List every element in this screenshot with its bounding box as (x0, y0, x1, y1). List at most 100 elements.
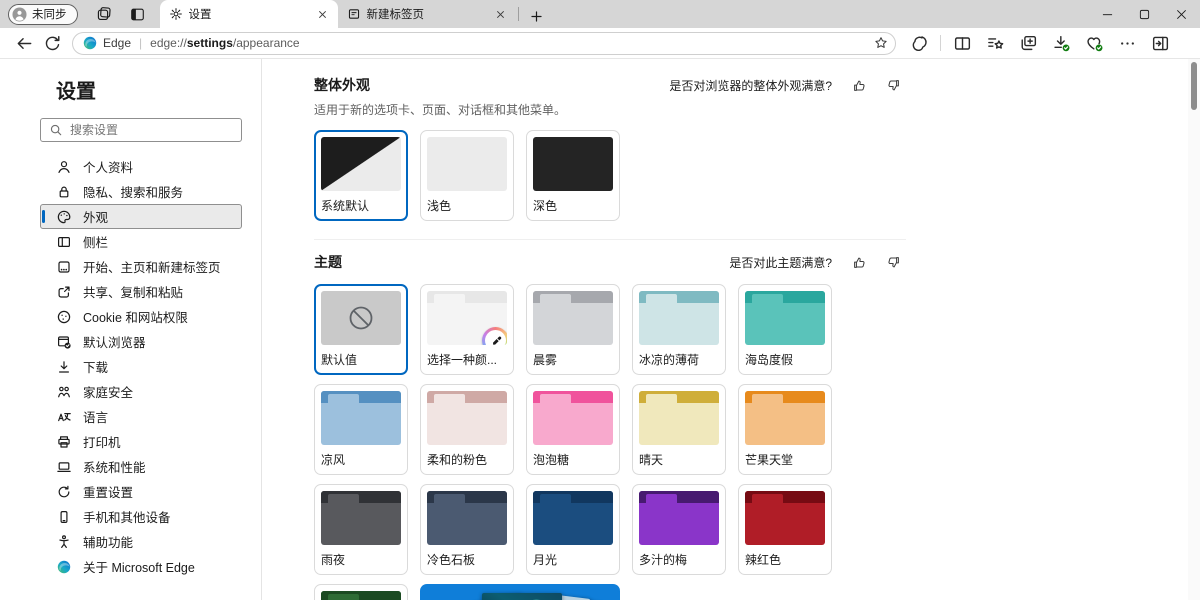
theme-card-cool-mint[interactable]: 冰凉的薄荷 (632, 284, 726, 375)
tab-settings[interactable]: 设置 (160, 0, 338, 28)
sidebar-item-system-performance[interactable]: 系统和性能 (40, 454, 242, 479)
theme-card-sunny-day[interactable]: 晴天 (632, 384, 726, 475)
theme-tab-shape (646, 494, 677, 503)
theme-preview-island-getaway (745, 291, 825, 345)
close-window-button[interactable] (1163, 0, 1200, 28)
back-button[interactable] (10, 30, 38, 56)
refresh-button[interactable] (38, 30, 66, 56)
thumbs-down-icon[interactable] (880, 252, 906, 272)
languages-icon (56, 409, 72, 425)
section-title-theme: 主题 (314, 252, 342, 272)
card-label: 凉风 (321, 451, 401, 468)
theme-gallery-card[interactable] (420, 584, 620, 600)
more-menu-icon[interactable] (1112, 30, 1142, 56)
downloads-icon[interactable] (1046, 30, 1076, 56)
theme-card-cool-slate[interactable]: 冷色石板 (420, 484, 514, 575)
split-screen-icon[interactable] (947, 30, 977, 56)
appearance-option-dark[interactable]: 深色 (526, 130, 620, 221)
sidebar-item-printers[interactable]: 打印机 (40, 429, 242, 454)
sidebar-item-privacy[interactable]: 隐私、搜索和服务 (40, 179, 242, 204)
tab-actions-icon[interactable] (124, 2, 152, 26)
share-copy-paste-icon (56, 284, 72, 300)
sidebar-item-profiles[interactable]: 个人资料 (40, 154, 242, 179)
theme-card-default[interactable]: 默认值 (314, 284, 408, 375)
theme-tab-shape (434, 294, 465, 303)
sidebar-item-about-edge[interactable]: 关于 Microsoft Edge (40, 554, 242, 579)
theme-card-mango-paradise[interactable]: 芒果天堂 (738, 384, 832, 475)
sidebar-item-label: 隐私、搜索和服务 (83, 182, 183, 201)
sidebar-item-family-safety[interactable]: 家庭安全 (40, 379, 242, 404)
appearance-options: 系统默认浅色 深色 (314, 130, 906, 221)
scrollbar[interactable] (1188, 59, 1200, 600)
toolbar-separator (940, 35, 941, 51)
scrollbar-thumb[interactable] (1191, 62, 1197, 110)
sidebar-item-label: 家庭安全 (83, 382, 133, 401)
theme-card-moonlight[interactable]: 月光 (526, 484, 620, 575)
favorite-star-icon[interactable] (873, 35, 889, 51)
sidebar-item-cookies-permissions[interactable]: Cookie 和网站权限 (40, 304, 242, 329)
thumbs-up-icon[interactable] (846, 252, 872, 272)
appearance-preview-dark (533, 137, 613, 191)
sidebar-item-appearance[interactable]: 外观 (40, 204, 242, 229)
theme-card-cool-breeze[interactable]: 凉风 (314, 384, 408, 475)
card-label: 浅色 (427, 197, 507, 214)
sidebar-item-sidebar[interactable]: 侧栏 (40, 229, 242, 254)
appearance-option-system-default[interactable]: 系统默认 (314, 130, 408, 221)
sidebar-item-phone-devices[interactable]: 手机和其他设备 (40, 504, 242, 529)
search-icon (49, 123, 63, 137)
sidebar-item-share-copy-paste[interactable]: 共享、复制和粘贴 (40, 279, 242, 304)
theme-card-rainy-night[interactable]: 雨夜 (314, 484, 408, 575)
theme-preview-bubblegum (533, 391, 613, 445)
tab-new-tab[interactable]: 新建标签页 (338, 0, 516, 28)
maximize-button[interactable] (1126, 0, 1163, 28)
sidebar-item-reset-settings[interactable]: 重置设置 (40, 479, 242, 504)
address-bar[interactable]: Edge | edge://settings/appearance (72, 32, 896, 55)
close-tab-icon[interactable] (492, 5, 510, 23)
search-box[interactable] (40, 118, 242, 142)
no-symbol-icon (346, 303, 376, 333)
theme-card-spicy-red[interactable]: 辣红色 (738, 484, 832, 575)
sidebar-item-default-browser[interactable]: 默认浏览器 (40, 329, 242, 354)
profile-button[interactable]: 未同步 (8, 4, 78, 25)
sidebar-item-accessibility[interactable]: 辅助功能 (40, 529, 242, 554)
new-tab-button[interactable] (523, 4, 551, 28)
theme-card-juicy-plum[interactable]: 多汁的梅 (632, 484, 726, 575)
theme-tab-shape (328, 394, 359, 403)
card-label: 芒果天堂 (745, 451, 825, 468)
sidebar-item-label: 个人资料 (83, 157, 133, 176)
minimize-button[interactable] (1089, 0, 1126, 28)
theme-card-soft-pink[interactable]: 柔和的粉色 (420, 384, 514, 475)
theme-card-forest-green[interactable] (314, 584, 408, 600)
thumbs-up-icon[interactable] (846, 75, 872, 95)
theme-card-island-getaway[interactable]: 海岛度假 (738, 284, 832, 375)
collections-icon[interactable] (1013, 30, 1043, 56)
theme-tab-shape (646, 294, 677, 303)
theme-preview-default (321, 291, 401, 345)
copilot-icon[interactable] (904, 30, 934, 56)
privacy-icon (56, 184, 72, 200)
search-input[interactable] (70, 123, 220, 137)
color-picker-badge[interactable] (482, 327, 507, 345)
sidebar-item-start-home-newtab[interactable]: 开始、主页和新建标签页 (40, 254, 242, 279)
sidebar-icon (56, 234, 72, 250)
close-tab-icon[interactable] (314, 5, 332, 23)
appearance-option-light[interactable]: 浅色 (420, 130, 514, 221)
favorites-icon[interactable] (980, 30, 1010, 56)
workspaces-icon[interactable] (90, 2, 118, 26)
page-title: 设置 (56, 75, 261, 104)
theme-card-custom-color[interactable]: 选择一种颜... (420, 284, 514, 375)
theme-preview-mango-paradise (745, 391, 825, 445)
theme-card-morning-mist[interactable]: 晨雾 (526, 284, 620, 375)
theme-preview-moonlight (533, 491, 613, 545)
thumbs-down-icon[interactable] (880, 75, 906, 95)
theme-tab-shape (540, 494, 571, 503)
site-chip: Edge (82, 35, 131, 51)
sidebar-panel-icon[interactable] (1145, 30, 1175, 56)
theme-preview-cool-breeze (321, 391, 401, 445)
default-browser-icon (56, 334, 72, 350)
sidebar-item-languages[interactable]: 语言 (40, 404, 242, 429)
browser-essentials-icon[interactable] (1079, 30, 1109, 56)
theme-preview-forest-green (321, 591, 401, 600)
sidebar-item-downloads[interactable]: 下载 (40, 354, 242, 379)
theme-card-bubblegum[interactable]: 泡泡糖 (526, 384, 620, 475)
